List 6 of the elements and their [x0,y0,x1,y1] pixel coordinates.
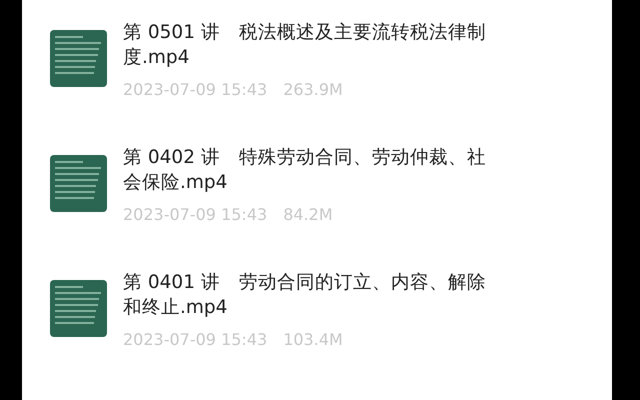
video-thumbnail [50,155,107,212]
video-thumbnail [50,280,107,337]
video-thumbnail [50,30,107,87]
file-name[interactable]: 第 0501 讲 税法概述及主要流转税法律制度.mp4 [123,20,495,70]
file-name[interactable]: 第 0402 讲 特殊劳动合同、劳动仲裁、社会保险.mp4 [123,145,495,195]
file-name[interactable]: 第 0401 讲 劳动合同的订立、内容、解除和终止.mp4 [123,270,495,320]
